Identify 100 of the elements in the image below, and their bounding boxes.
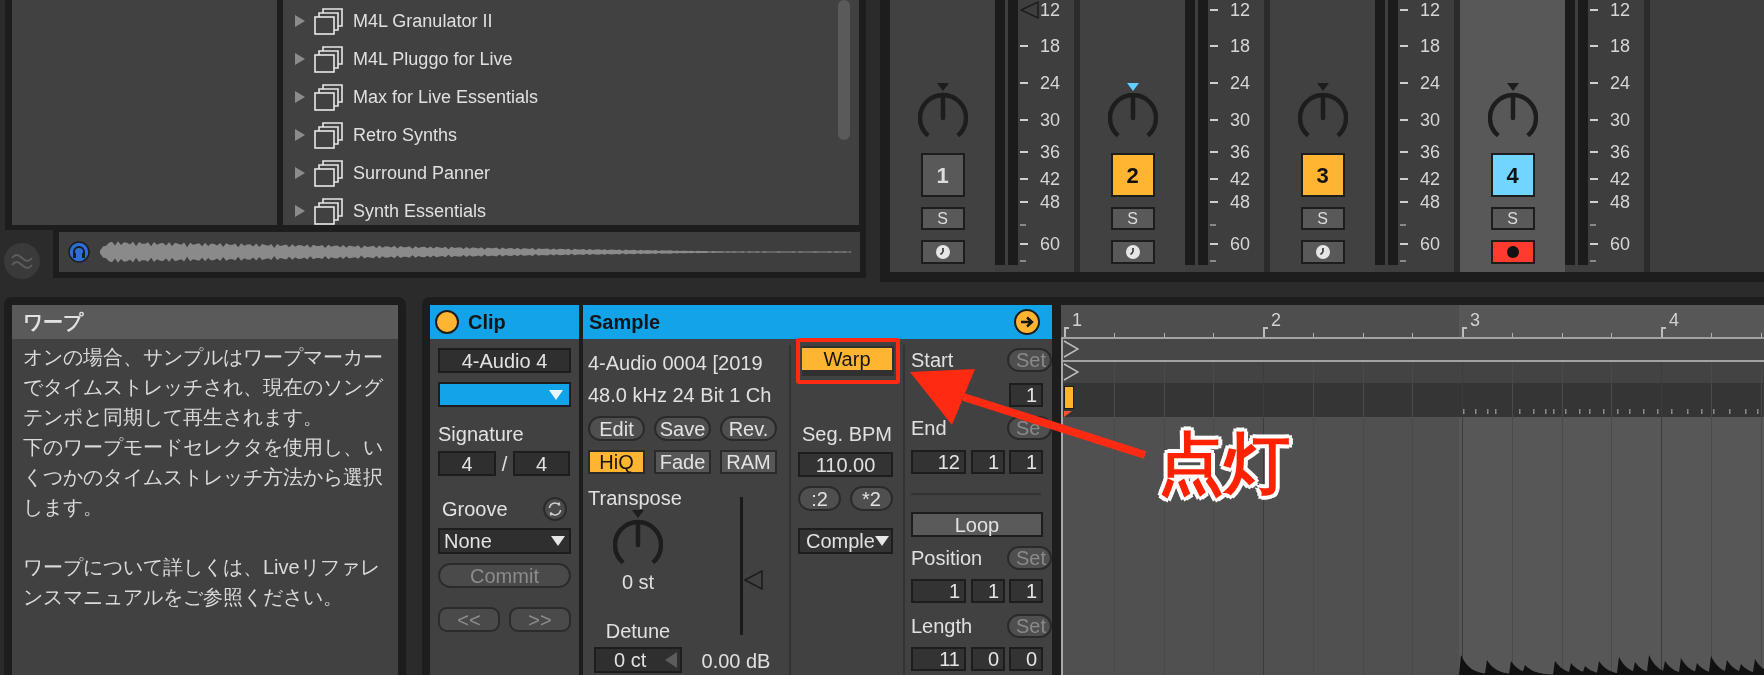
marker-label: Position: [911, 548, 983, 568]
signature-field[interactable]: 4: [438, 451, 496, 476]
gain-value: 0.00 dB: [701, 649, 771, 673]
stacked-frames-icon: [314, 83, 343, 111]
action-button[interactable]: Save: [654, 416, 711, 441]
arm-button[interactable]: [1300, 240, 1345, 264]
groove-dropdown[interactable]: None: [438, 528, 571, 554]
number-field[interactable]: 1: [911, 579, 966, 603]
clip-name-field[interactable]: 4-Audio 4: [438, 348, 571, 373]
scale-label: 12: [1420, 0, 1441, 20]
expand-arrow-icon[interactable]: [295, 15, 305, 27]
scale-label: 36: [1040, 142, 1061, 162]
detune-label: Detune: [605, 619, 671, 643]
track-activator-button[interactable]: 3: [1300, 153, 1345, 197]
info-paragraph: ワープについて詳しくは、Liveリファレンスマニュアルをご参照ください。: [23, 555, 381, 610]
expand-arrow-icon[interactable]: [295, 205, 305, 217]
expand-arrow-icon[interactable]: [295, 129, 305, 141]
number-field[interactable]: 1: [971, 579, 1005, 603]
toggle-button[interactable]: Fade: [654, 450, 711, 474]
browser-item[interactable]: M4L Pluggo for Live: [283, 40, 859, 78]
arm-button[interactable]: [920, 240, 965, 264]
scale-label: 24: [1230, 73, 1251, 93]
color-dropdown[interactable]: [438, 382, 571, 407]
scale-label: 60: [1610, 234, 1631, 254]
clock-icon: [935, 245, 950, 259]
bar-number: 1: [1072, 310, 1082, 330]
browser-item[interactable]: Retro Synths: [283, 116, 859, 154]
number-field[interactable]: 11: [911, 647, 966, 671]
tempo-button[interactable]: :2: [798, 486, 841, 511]
scale-label: 24: [1610, 73, 1631, 93]
scale-label: 48: [1420, 192, 1441, 212]
number-field[interactable]: 1: [1009, 450, 1043, 474]
scale-label: 42: [1610, 169, 1631, 189]
bar-number: 4: [1669, 310, 1679, 330]
warp-marker-icon[interactable]: [1063, 363, 1079, 381]
number-field[interactable]: 0: [1009, 647, 1043, 671]
track-activator-button[interactable]: 4: [1490, 153, 1535, 197]
browser-item[interactable]: Synth Essentials: [283, 192, 859, 230]
browser-item[interactable]: Max for Live Essentials: [283, 78, 859, 116]
scale-label: 60: [1040, 234, 1061, 254]
track-activator-button[interactable]: 1: [920, 153, 965, 197]
stacked-frames-icon: [314, 7, 343, 35]
seg-bpm-label: Seg. BPM: [800, 422, 893, 446]
clock-icon: [1315, 245, 1330, 259]
scale-label: 36: [1610, 142, 1631, 162]
solo-button[interactable]: S: [1300, 207, 1345, 230]
expand-arrow-icon[interactable]: [295, 167, 305, 179]
loop-button[interactable]: Loop: [911, 512, 1043, 537]
scale-label: 18: [1230, 36, 1251, 56]
record-dot-icon: [1506, 246, 1519, 258]
solo-button[interactable]: S: [1490, 207, 1535, 230]
browser-item[interactable]: M4L Granulator II: [283, 2, 859, 40]
scale-label: 30: [1230, 110, 1251, 130]
number-field[interactable]: 1: [1009, 579, 1043, 603]
scale-label: 12: [1610, 0, 1631, 20]
gain-slider[interactable]: [740, 497, 764, 635]
warp-button[interactable]: Warp: [802, 346, 894, 376]
groove-label: Groove: [442, 498, 508, 520]
scale-label: 18: [1420, 36, 1441, 56]
expand-arrow-icon[interactable]: [295, 91, 305, 103]
signature-field[interactable]: 4: [513, 451, 570, 476]
number-field[interactable]: 0: [971, 647, 1005, 671]
stacked-frames-icon: [314, 197, 343, 225]
scale-label: 24: [1040, 73, 1061, 93]
arm-button[interactable]: [1110, 240, 1155, 264]
action-button[interactable]: Edit: [588, 416, 645, 441]
arrow-right-icon[interactable]: [1014, 309, 1040, 335]
number-field[interactable]: 1: [1009, 383, 1043, 407]
bpm-field[interactable]: 110.00: [798, 452, 893, 477]
toggle-button[interactable]: RAM: [720, 450, 777, 474]
clip-activator-button[interactable]: [435, 310, 459, 334]
signature-label: Signature: [438, 423, 525, 445]
refresh-icon[interactable]: [543, 497, 567, 521]
action-button[interactable]: Rev.: [720, 416, 777, 441]
stacked-frames-icon: [314, 45, 343, 73]
clock-icon: [1125, 245, 1140, 259]
scale-label: 12: [1230, 0, 1251, 20]
waves-icon[interactable]: [4, 243, 40, 279]
number-field[interactable]: 12: [911, 450, 966, 474]
warp-marker-icon[interactable]: [1063, 340, 1079, 358]
tempo-button[interactable]: *2: [850, 486, 893, 511]
bar-number: 3: [1470, 310, 1480, 330]
solo-button[interactable]: S: [1110, 207, 1155, 230]
number-field[interactable]: 1: [971, 450, 1005, 474]
browser-item[interactable]: Surround Panner: [283, 154, 859, 192]
fader-marker-icon[interactable]: [1020, 1, 1039, 19]
expand-arrow-icon[interactable]: [295, 53, 305, 65]
warp-mode-dropdown[interactable]: Comple: [798, 528, 893, 554]
scale-label: 30: [1420, 110, 1441, 130]
track-activator-button[interactable]: 2: [1110, 153, 1155, 197]
toggle-button[interactable]: HiQ: [588, 450, 645, 474]
solo-button[interactable]: S: [920, 207, 965, 230]
slider-thumb[interactable]: [744, 569, 763, 590]
scrollbar[interactable]: [838, 0, 850, 140]
scale-label: 48: [1230, 192, 1251, 212]
headphones-icon[interactable]: [68, 241, 90, 263]
detune-field[interactable]: 0 ct: [594, 647, 682, 673]
time-ruler[interactable]: 1 2 3 4: [1061, 305, 1764, 339]
scale-label: 42: [1420, 169, 1441, 189]
clip-start-marker-icon[interactable]: [1064, 386, 1074, 417]
